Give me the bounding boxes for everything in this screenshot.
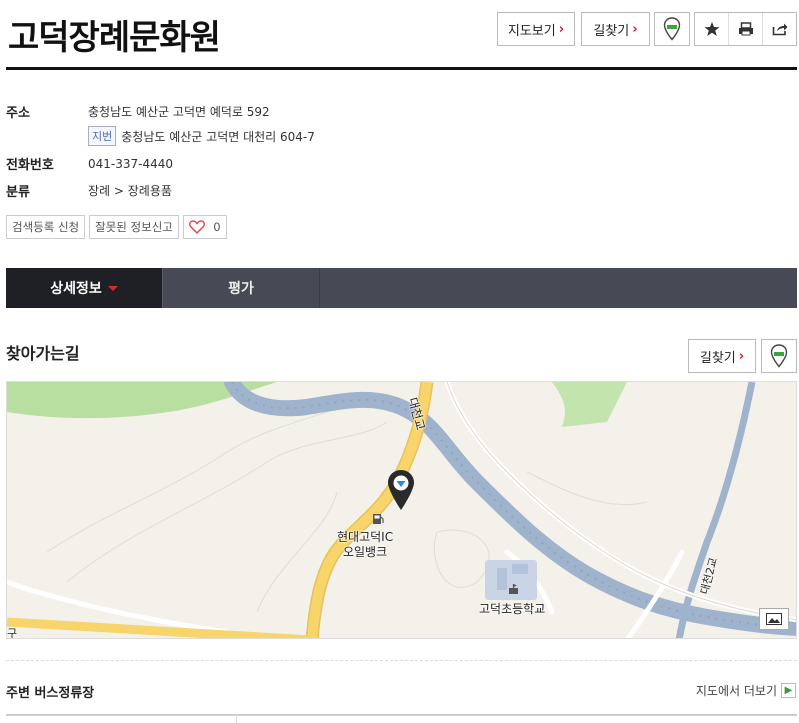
phone-label: 전화번호 (6, 158, 54, 173)
detail-tabs: 상세정보 평가 (6, 268, 797, 308)
map-label-school: 고덕초등학교 (479, 602, 546, 616)
category-value[interactable]: 장례 > 장례용품 (88, 182, 172, 199)
action-icon-group (694, 12, 797, 46)
gas-station-icon (373, 514, 384, 524)
section-roadview-button[interactable] (761, 339, 797, 373)
section-directions-label: 길찾기 (699, 350, 736, 366)
search-register-button[interactable]: 검색등록 신청 (6, 215, 86, 239)
map-view-toggle-button[interactable] (759, 608, 789, 630)
category-row: 분류 장례 > 장례용품 (6, 181, 172, 200)
table-top-border (6, 714, 797, 716)
like-button[interactable]: 0 (182, 215, 227, 239)
address-label: 주소 (6, 106, 30, 121)
directions-button[interactable]: 길찾기 › (581, 12, 650, 46)
chevron-right-icon: › (632, 21, 638, 37)
print-button[interactable] (729, 13, 763, 45)
place-header: 고덕장례문화원 지도보기 › 길찾기 › (6, 0, 797, 70)
map-label-gas-station: 현대고덕IC 오일뱅크 (337, 530, 393, 560)
star-icon (704, 22, 719, 36)
phone-row: 전화번호 041-337-4440 (6, 154, 173, 174)
arrow-right-icon: ▶ (781, 683, 796, 698)
view-more-on-map-link[interactable]: 지도에서 더보기 ▶ (696, 682, 796, 699)
share-button[interactable] (763, 13, 796, 45)
map-view-button[interactable]: 지도보기 › (497, 12, 575, 46)
address-value: 충청남도 예산군 고덕면 예덕로 592 (88, 105, 270, 119)
map-canvas (7, 382, 796, 638)
category-label: 분류 (6, 185, 30, 200)
jibun-address-value: 충청남도 예산군 고덕면 대천리 604-7 (121, 129, 315, 144)
location-map[interactable]: 현대고덕IC 오일뱅크 고덕초등학교 대천교 대천2교 구 (6, 381, 797, 639)
location-marker-icon (388, 470, 414, 510)
map-pin-icon (770, 344, 788, 368)
directions-label: 길찾기 (593, 23, 630, 39)
favorite-button[interactable] (695, 13, 729, 45)
chevron-right-icon: › (558, 21, 565, 37)
map-pin-icon (663, 17, 681, 41)
jibun-row: 지번 충청남도 예산군 고덕면 대천리 604-7 (88, 126, 315, 146)
map-view-label: 지도보기 (507, 23, 556, 39)
image-icon (766, 613, 782, 625)
report-error-button[interactable]: 잘못된 정보신고 (89, 215, 179, 239)
tab-details-label: 상세정보 (50, 281, 102, 297)
address-row: 주소 충청남도 예산군 고덕면 예덕로 592 (6, 102, 270, 121)
like-count: 0 (213, 220, 221, 234)
map-label-gas-station-line1: 현대고덕IC (337, 530, 394, 544)
map-label-edge: 구 (7, 627, 18, 639)
print-icon (738, 22, 753, 36)
jibun-badge: 지번 (88, 126, 117, 146)
map-label-gas-station-line2: 오일뱅크 (342, 545, 388, 559)
share-icon (772, 23, 787, 36)
roadview-button[interactable] (654, 12, 690, 46)
action-tags: 검색등록 신청 잘못된 정보신고 0 (6, 215, 227, 239)
chevron-right-icon: › (738, 348, 745, 364)
section-divider (6, 660, 797, 661)
tab-reviews-label: 평가 (228, 281, 254, 297)
caret-down-icon (107, 285, 118, 291)
bus-stop-section-title: 주변 버스정류장 (6, 686, 95, 701)
directions-section-title: 찾아가는길 (6, 344, 80, 363)
view-more-label: 지도에서 더보기 (695, 684, 777, 698)
table-column-divider (236, 714, 237, 723)
heart-icon (189, 220, 206, 234)
tab-details[interactable]: 상세정보 (6, 268, 162, 308)
tab-reviews[interactable]: 평가 (162, 268, 320, 308)
phone-value[interactable]: 041-337-4440 (88, 157, 173, 171)
section-directions-button[interactable]: 길찾기 › (688, 339, 756, 373)
page-title: 고덕장례문화원 (8, 18, 221, 58)
